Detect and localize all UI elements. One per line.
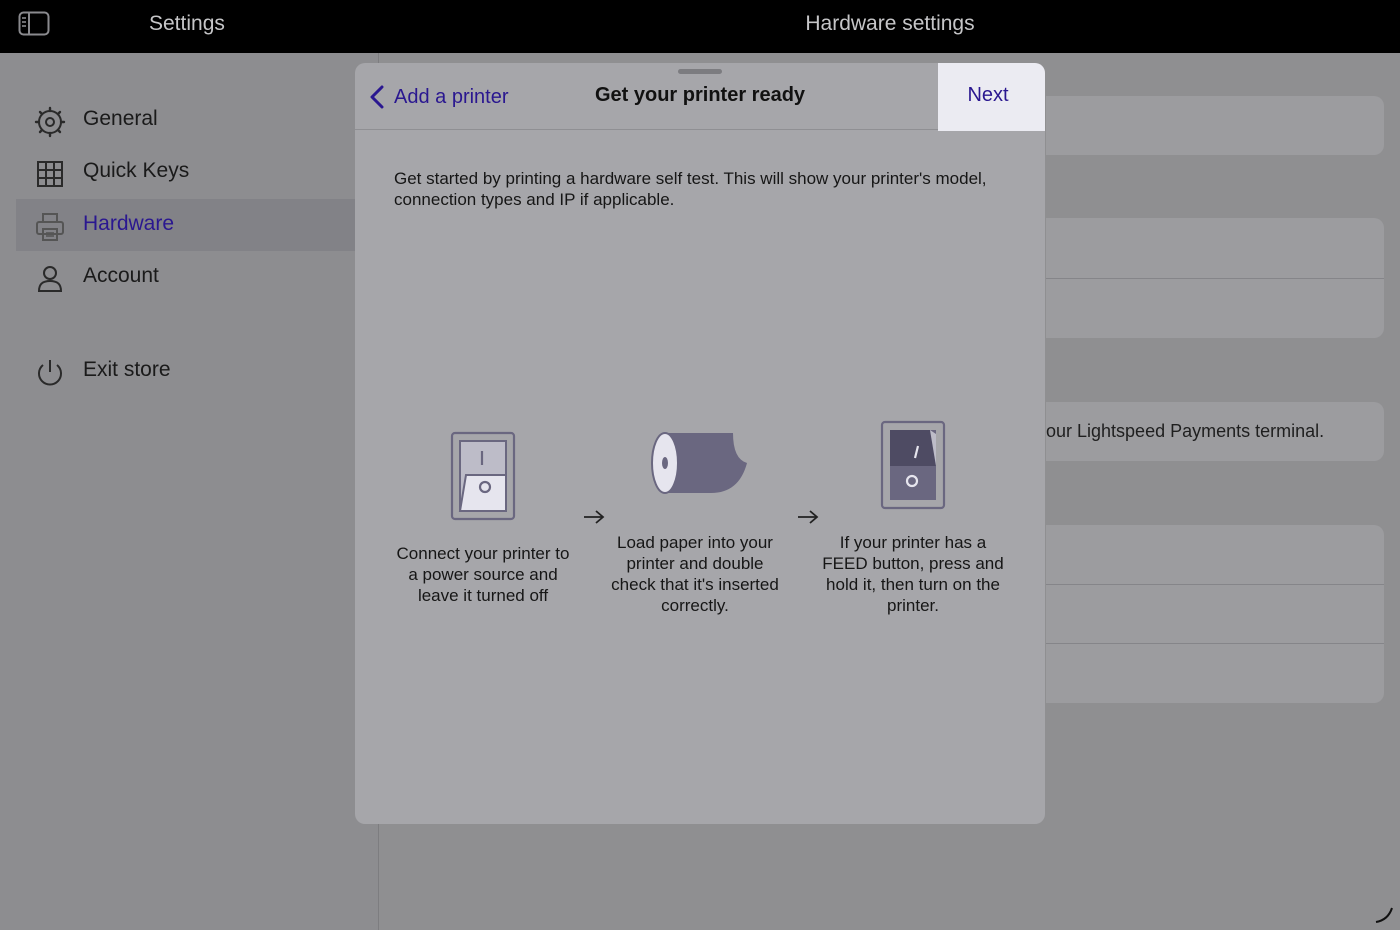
sidebar-item-hardware[interactable]: Hardware — [16, 199, 378, 251]
sidebar-item-label: Quick Keys — [83, 159, 190, 182]
gear-icon — [34, 106, 66, 138]
sidebar-item-label: Hardware — [83, 212, 175, 235]
hardware-settings-title: Hardware settings — [805, 12, 975, 35]
next-button[interactable]: Next — [938, 63, 1045, 131]
settings-card[interactable] — [1046, 96, 1384, 155]
sidebar: General Quick Keys Hardware Account Exit… — [0, 53, 379, 930]
divider — [1046, 584, 1384, 585]
top-bar: Settings Hardware settings — [0, 0, 1400, 53]
back-button[interactable]: Add a printer — [369, 83, 509, 111]
modal-grabber[interactable] — [678, 69, 722, 74]
sidebar-toggle-icon[interactable] — [18, 11, 50, 36]
step-2-text: Load paper into your printer and double … — [611, 533, 779, 615]
sidebar-item-account[interactable]: Account — [16, 251, 378, 303]
paper-roll-icon — [651, 432, 747, 494]
person-icon — [37, 266, 63, 292]
power-switch-off-icon — [450, 431, 516, 521]
sidebar-item-exit-store[interactable]: Exit store — [16, 345, 378, 397]
intro-text: Get started by printing a hardware self … — [394, 169, 987, 209]
chevron-left-icon — [370, 85, 384, 109]
arrow-right-icon — [798, 510, 819, 524]
settings-card[interactable] — [1046, 525, 1384, 703]
divider — [1046, 278, 1384, 279]
back-button-label: Add a printer — [394, 85, 509, 108]
arrow-right-icon — [584, 510, 605, 524]
payments-terminal-text: our Lightspeed Payments terminal. — [1046, 421, 1325, 441]
sidebar-item-label: Account — [83, 264, 159, 287]
power-icon — [38, 360, 62, 386]
printer-icon — [36, 213, 64, 241]
next-button-label: Next — [967, 84, 1009, 106]
step-3-text: If your printer has a FEED button, press… — [822, 533, 1004, 615]
power-switch-on-icon — [880, 420, 946, 510]
resize-handle-icon — [1375, 907, 1393, 923]
sidebar-item-label: Exit store — [83, 358, 171, 381]
sidebar-item-label: General — [83, 107, 158, 130]
settings-title: Settings — [149, 12, 225, 35]
step-1-text: Connect your printer to a power source a… — [396, 544, 570, 605]
sidebar-item-general[interactable]: General — [16, 94, 378, 146]
divider — [1046, 643, 1384, 644]
grid-icon — [37, 161, 63, 187]
modal-title: Get your printer ready — [594, 84, 806, 106]
modal-header: Add a printer Get your printer ready Nex… — [355, 63, 1045, 131]
sidebar-item-quick-keys[interactable]: Quick Keys — [16, 146, 378, 198]
printer-setup-modal: Add a printer Get your printer ready Nex… — [355, 63, 1045, 824]
